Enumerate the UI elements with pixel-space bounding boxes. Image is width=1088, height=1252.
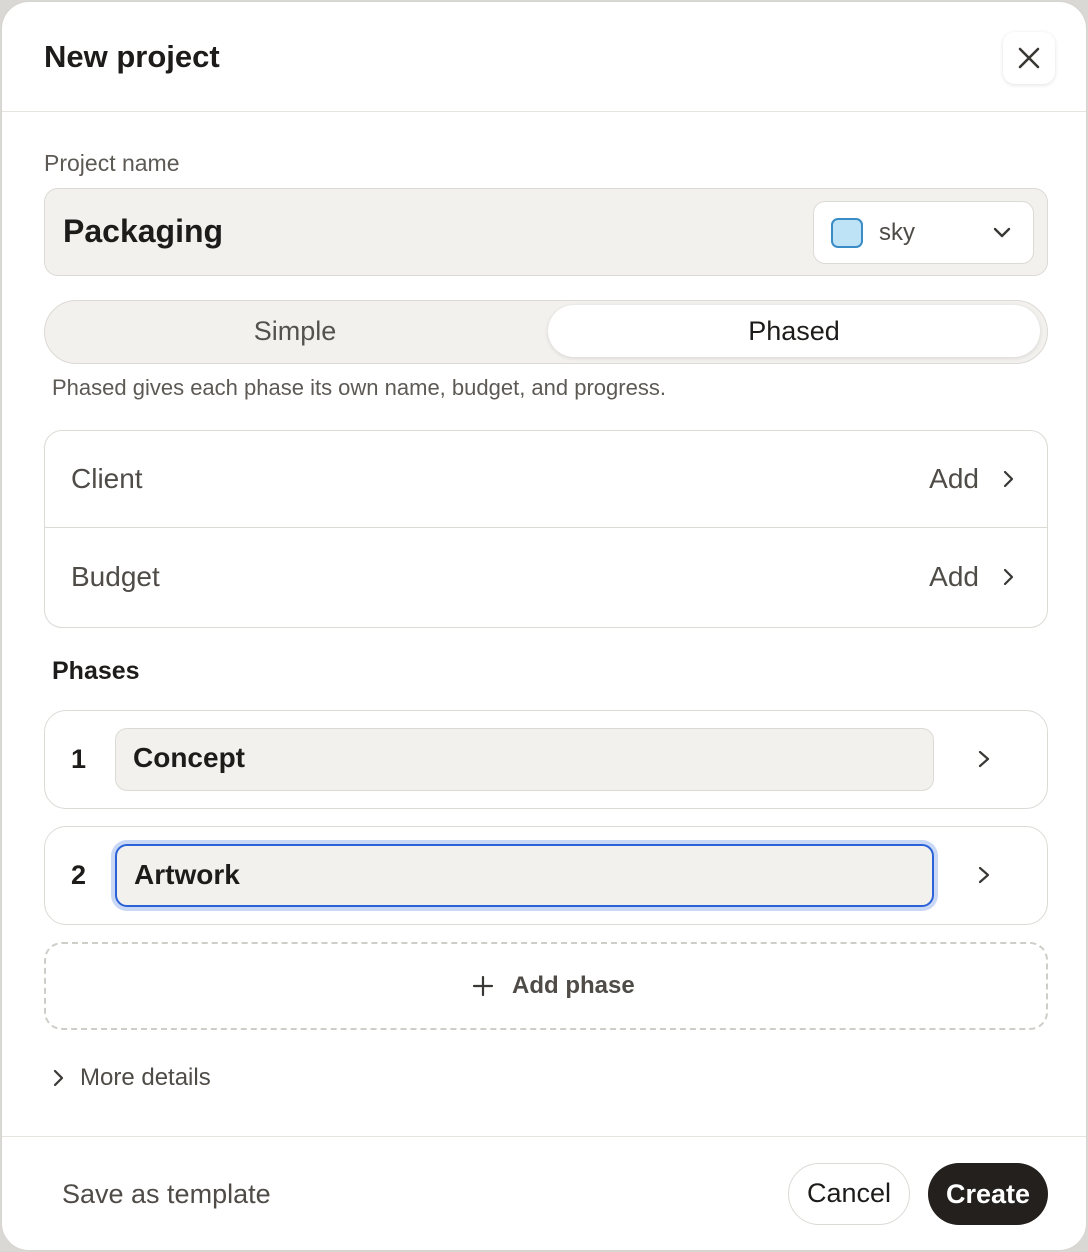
save-as-template-button[interactable]: Save as template	[62, 1177, 271, 1211]
phase-number: 2	[71, 860, 87, 890]
project-name-input[interactable]: Packaging	[63, 209, 783, 253]
dialog-footer: Save as template Cancel Create	[2, 1136, 1086, 1250]
phases-title: Phases	[52, 657, 140, 685]
chevron-right-icon	[1003, 568, 1014, 586]
mode-option-simple[interactable]: Simple	[49, 305, 541, 357]
phase-card-1: 1 Concept	[44, 710, 1048, 809]
mode-option-phased[interactable]: Phased	[548, 305, 1040, 357]
close-button[interactable]	[1003, 32, 1055, 84]
chevron-right-icon	[1003, 470, 1014, 488]
new-project-dialog: New project Project name Packaging sky S…	[1, 1, 1087, 1251]
project-name-field: Packaging sky	[44, 188, 1048, 276]
phase-card-2: 2 Artwork	[44, 826, 1048, 925]
more-details-label: More details	[80, 1064, 211, 1091]
add-phase-label: Add phase	[512, 972, 635, 999]
cancel-button[interactable]: Cancel	[788, 1163, 910, 1225]
client-add-action[interactable]: Add	[929, 461, 979, 497]
phase-name-input[interactable]: Concept	[115, 728, 934, 791]
mode-hint: Phased gives each phase its own name, bu…	[52, 375, 666, 400]
color-select-value: sky	[879, 219, 915, 246]
add-phase-button[interactable]: Add phase	[44, 942, 1048, 1030]
budget-label: Budget	[71, 561, 160, 592]
color-select[interactable]: sky	[813, 201, 1034, 264]
details-card: Client Add Budget Add	[44, 430, 1048, 628]
dialog-header: New project	[2, 2, 1086, 112]
phase-number: 1	[71, 744, 87, 774]
create-button[interactable]: Create	[928, 1163, 1048, 1225]
close-icon	[1018, 47, 1040, 69]
phase-name-input[interactable]: Artwork	[115, 844, 934, 907]
client-row[interactable]: Client Add	[45, 431, 1047, 528]
chevron-right-icon[interactable]	[975, 863, 993, 887]
chevron-down-icon	[993, 227, 1011, 238]
color-swatch	[831, 218, 863, 248]
more-details-toggle[interactable]: More details	[50, 1062, 211, 1094]
add-phase-content: Add phase	[472, 970, 635, 1002]
dialog-title: New project	[44, 39, 220, 74]
client-label: Client	[71, 463, 143, 494]
project-name-label: Project name	[44, 150, 180, 176]
chevron-right-icon[interactable]	[975, 747, 993, 771]
mode-toggle: Simple Phased	[44, 300, 1048, 364]
budget-row[interactable]: Budget Add	[45, 529, 1047, 626]
budget-add-action[interactable]: Add	[929, 559, 979, 595]
plus-icon	[472, 975, 494, 997]
chevron-right-icon	[53, 1069, 64, 1087]
